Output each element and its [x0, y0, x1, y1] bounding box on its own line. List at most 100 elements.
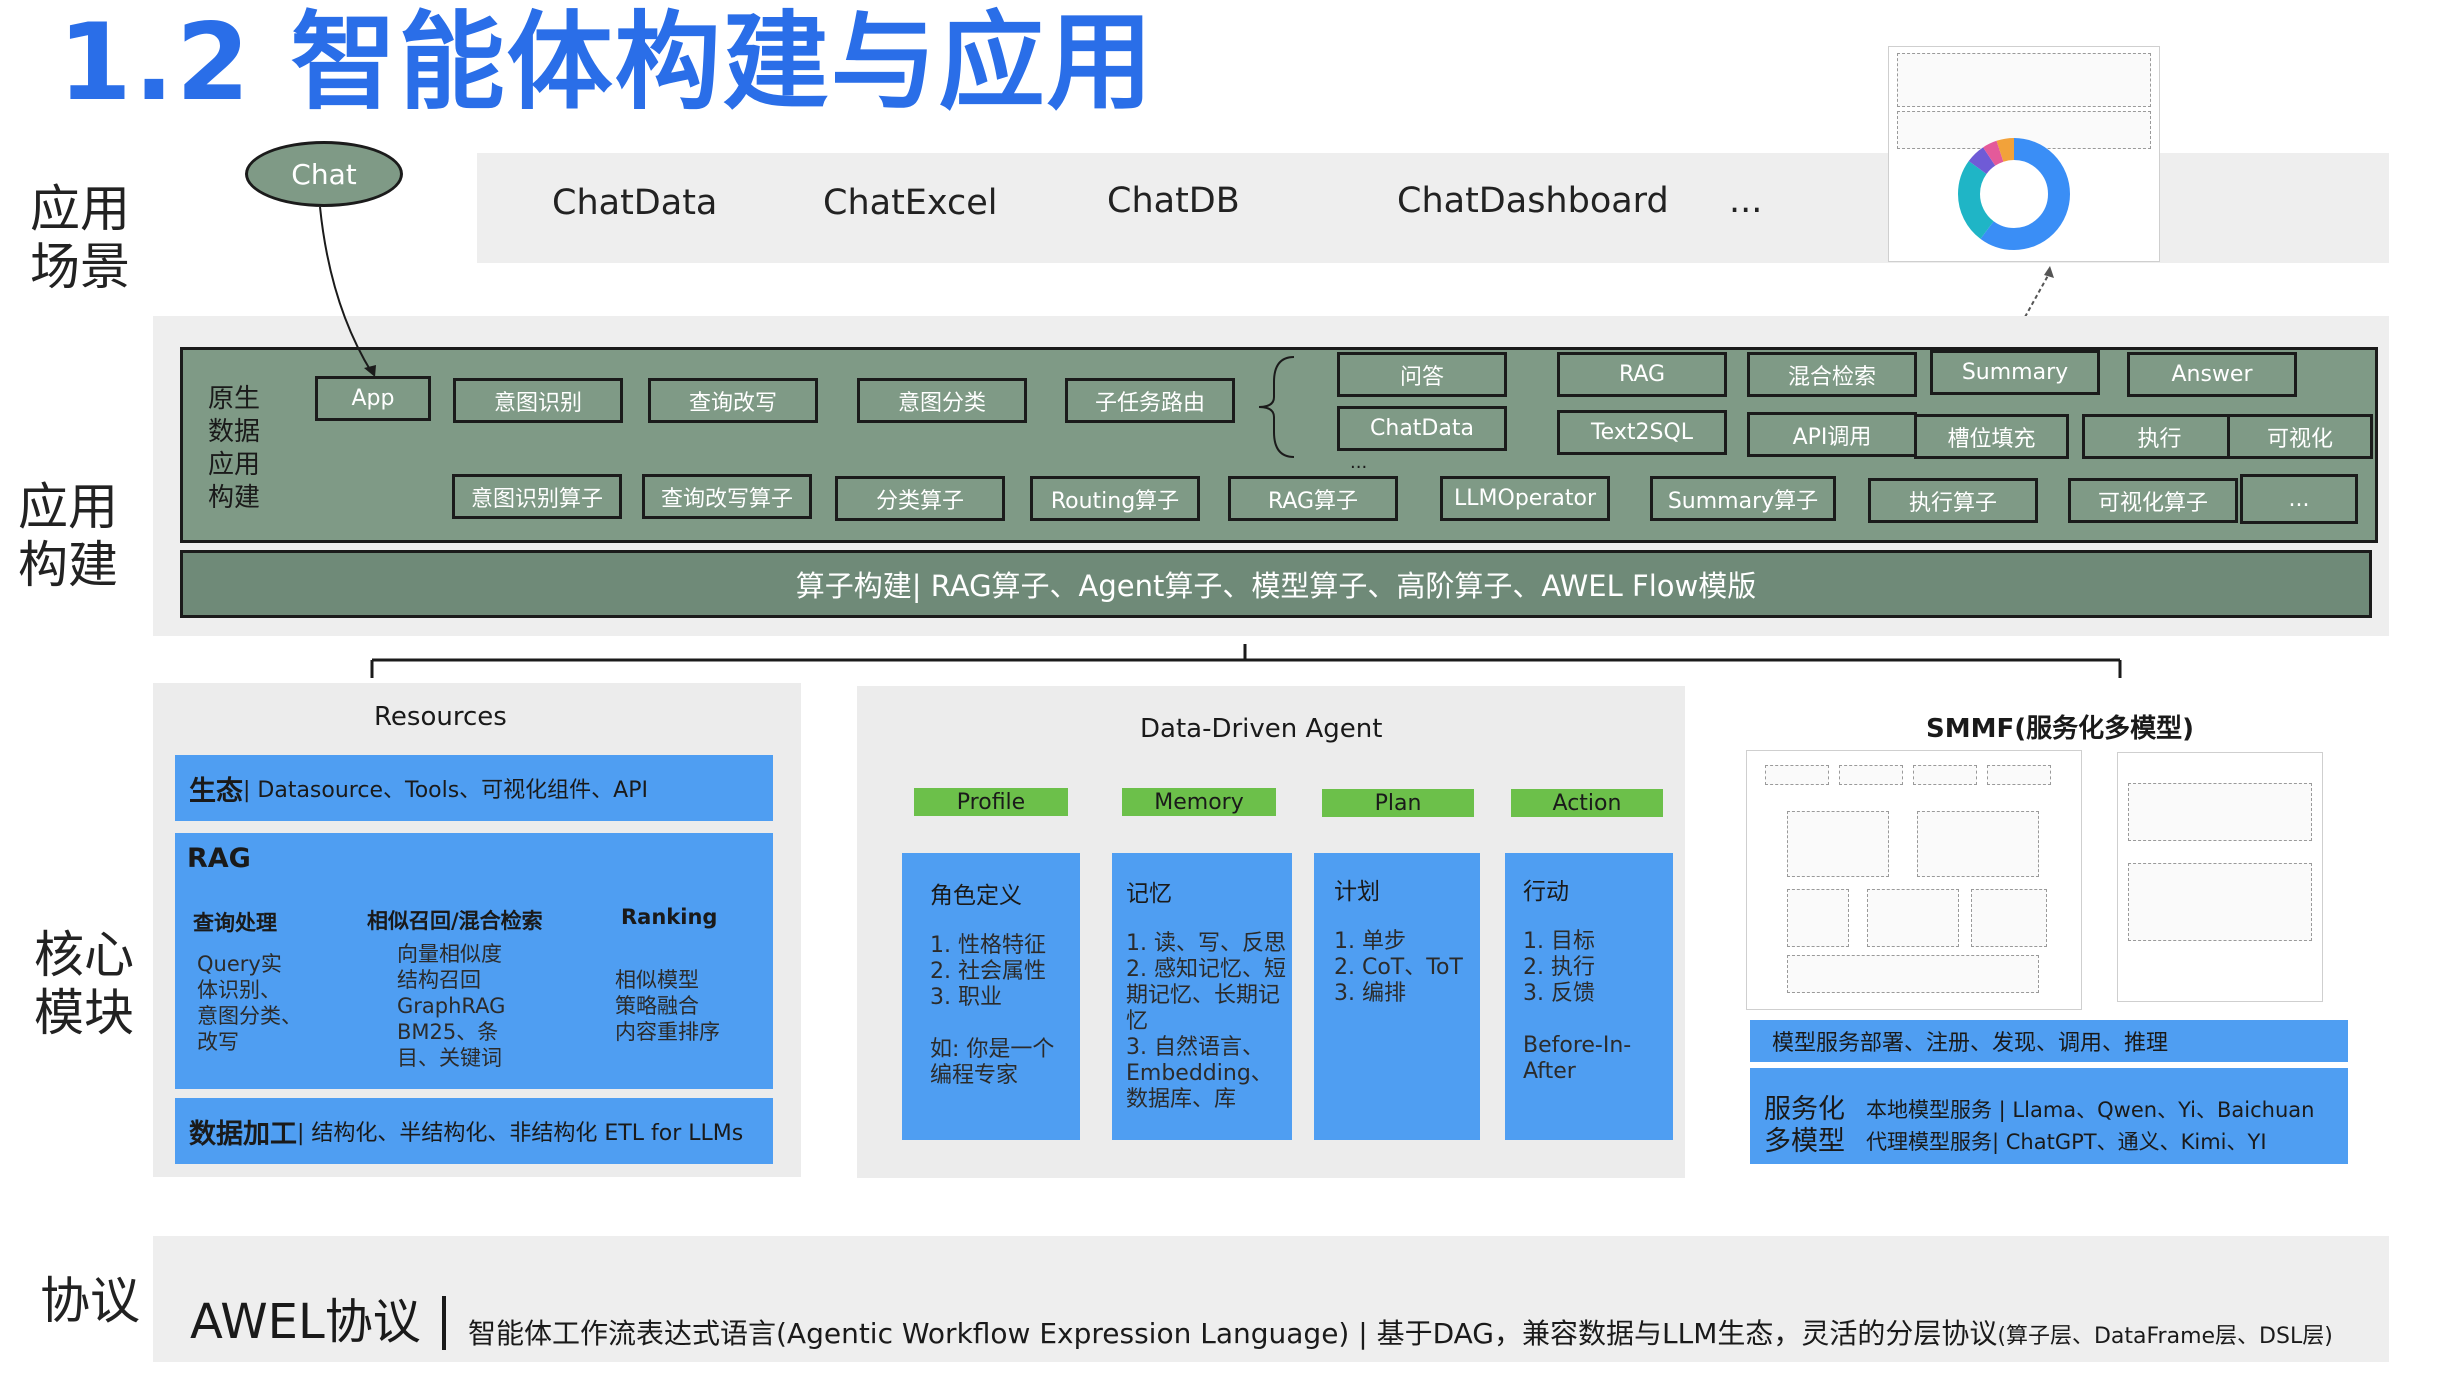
scenario-chatdb[interactable]: ChatDB	[1107, 181, 1240, 221]
flow-intent-classification[interactable]: 意图分类	[857, 378, 1027, 423]
native-label-line: 应用	[208, 450, 261, 480]
branch-answer[interactable]: Answer	[2127, 352, 2297, 397]
operator-visualize[interactable]: 可视化算子	[2068, 478, 2238, 523]
flow-intent-recognition[interactable]: 意图识别	[453, 378, 623, 423]
operator-query-rewrite[interactable]: 查询改写算子	[642, 474, 812, 519]
operator-llm[interactable]: LLMOperator	[1440, 476, 1610, 521]
agent-tab-memory[interactable]: Memory	[1122, 788, 1276, 816]
rag-line: BM25、条	[397, 1020, 499, 1044]
agent-line: 忆	[1126, 1009, 1149, 1034]
agent-line: Embedding、	[1126, 1061, 1273, 1086]
resources-title: Resources	[374, 702, 507, 732]
operator-execute[interactable]: 执行算子	[1868, 478, 2038, 523]
branch-api-call[interactable]: API调用	[1747, 412, 1917, 457]
agent-col-body: 1. 单步 2. CoT、ToT 3. 编排	[1334, 929, 1463, 1007]
smmf-architecture-sketch	[1746, 750, 2082, 1010]
agent-title: Data-Driven Agent	[1140, 714, 1383, 744]
agent-line: 数据库、库	[1126, 1087, 1237, 1112]
protocol-description: 智能体工作流表达式语言(Agentic Workflow Expression …	[468, 1312, 2333, 1352]
agent-col-plan: 计划 1. 单步 2. CoT、ToT 3. 编排	[1314, 853, 1480, 1140]
smmf-models-box: 服务化 多模型 本地模型服务 | Llama、Qwen、Yi、Baichuan …	[1750, 1068, 2348, 1164]
rag-col-ranking-head: Ranking	[621, 905, 718, 929]
rag-line: 意图分类、	[197, 1004, 302, 1028]
agent-line: 期记忆、长期记	[1126, 983, 1281, 1008]
rag-col-query-body: Query实 体识别、 意图分类、 改写	[197, 951, 302, 1055]
agent-line: 1. 目标	[1523, 929, 1595, 954]
agent-line: 3. 职业	[930, 985, 1002, 1010]
smmf-local-models: 本地模型服务 | Llama、Qwen、Yi、Baichuan	[1866, 1098, 2315, 1122]
rag-line: 结构召回	[397, 968, 481, 992]
branch-brace	[1258, 356, 1295, 458]
agent-col-body: 1. 读、写、反思 2. 感知记忆、短 期记忆、长期记 忆 3. 自然语言、 E…	[1126, 931, 1286, 1113]
rag-line: GraphRAG	[397, 994, 506, 1018]
scenario-more: ...	[1729, 181, 1763, 221]
branch-rag[interactable]: RAG	[1557, 352, 1727, 397]
rag-col-recall-head: 相似召回/混合检索	[367, 909, 543, 933]
scenario-chatexcel[interactable]: ChatExcel	[823, 183, 998, 223]
scenario-chatdata[interactable]: ChatData	[552, 183, 717, 223]
agent-col-head: 角色定义	[930, 883, 1022, 909]
branch-visualize[interactable]: 可视化	[2227, 414, 2373, 459]
rag-line: 向量相似度	[397, 942, 502, 966]
sketch-node	[1839, 765, 1903, 785]
operator-routing[interactable]: Routing算子	[1030, 476, 1200, 521]
agent-tab-action[interactable]: Action	[1511, 789, 1663, 817]
agent-col-body: 1. 性格特征 2. 社会属性 3. 职业 如: 你是一个 编程专家	[930, 933, 1054, 1089]
sketch-node	[1913, 765, 1977, 785]
row-label-scenarios: 应用 场景	[30, 180, 130, 296]
operator-classification[interactable]: 分类算子	[835, 476, 1005, 521]
row-label-core: 核心 模块	[34, 926, 134, 1042]
rag-line: Query实	[197, 952, 282, 976]
branch-more: ...	[1350, 452, 1368, 473]
rag-line: 体识别、	[197, 978, 281, 1002]
rag-col-recall-body: 向量相似度 结构召回 GraphRAG BM25、条 目、关键词	[397, 941, 505, 1071]
operator-intent[interactable]: 意图识别算子	[452, 474, 622, 519]
agent-line: 2. 社会属性	[930, 959, 1046, 984]
branch-hybrid-search[interactable]: 混合检索	[1747, 352, 1917, 397]
data-processing-title: 数据加工	[189, 1118, 297, 1150]
operator-summary[interactable]: Summary算子	[1650, 476, 1836, 521]
ecosystem-items: | Datasource、Tools、可视化组件、API	[243, 778, 648, 803]
protocol-divider	[442, 1296, 446, 1350]
agent-col-action: 行动 1. 目标 2. 执行 3. 反馈 Before-In-After	[1505, 853, 1673, 1140]
row-label-line: 核心	[34, 926, 134, 984]
native-label-line: 原生	[208, 384, 261, 414]
rag-title: RAG	[187, 843, 251, 874]
data-processing-bar: 数据加工 | 结构化、半结构化、非结构化 ETL for LLMs	[175, 1098, 773, 1164]
native-label-line: 数据	[208, 417, 261, 447]
agent-line: 2. 感知记忆、短	[1126, 957, 1286, 982]
agent-line: 3. 自然语言、	[1126, 1035, 1264, 1060]
agent-tab-plan[interactable]: Plan	[1322, 789, 1474, 817]
operator-rag[interactable]: RAG算子	[1228, 476, 1398, 521]
native-build-label: 原生 数据 应用 构建	[208, 383, 260, 515]
sketch-group	[1971, 889, 2047, 947]
agent-line	[1523, 1007, 1673, 1033]
agent-col-profile: 角色定义 1. 性格特征 2. 社会属性 3. 职业 如: 你是一个 编程专家	[902, 853, 1080, 1140]
protocol-name: AWEL协议	[190, 1294, 421, 1350]
branch-qa[interactable]: 问答	[1337, 352, 1507, 397]
agent-line: 1. 单步	[1334, 929, 1406, 954]
sketch-group	[1917, 811, 2039, 877]
branch-execute[interactable]: 执行	[2082, 414, 2237, 459]
agent-tab-profile[interactable]: Profile	[914, 788, 1068, 816]
agent-col-head: 行动	[1523, 879, 1569, 905]
flow-app[interactable]: App	[315, 376, 431, 421]
donut-chart	[1958, 138, 2070, 250]
flow-query-rewrite[interactable]: 查询改写	[648, 378, 818, 423]
scenario-chatdashboard[interactable]: ChatDashboard	[1397, 181, 1669, 221]
row-label-build: 应用 构建	[18, 478, 118, 594]
branch-summary[interactable]: Summary	[1930, 350, 2100, 395]
branch-chatdata[interactable]: ChatData	[1337, 406, 1507, 451]
sketch-node	[1987, 765, 2051, 785]
chat-bubble: Chat	[245, 141, 403, 207]
branch-slot-filling[interactable]: 槽位填充	[1914, 414, 2069, 459]
sketch-node	[1765, 765, 1829, 785]
flow-subtask-routing[interactable]: 子任务路由	[1065, 378, 1235, 423]
rag-line: 内容重排序	[615, 1020, 720, 1044]
chat-to-app-arrow	[319, 206, 376, 377]
branch-text2sql[interactable]: Text2SQL	[1557, 410, 1727, 455]
sketch-group	[1787, 955, 2039, 993]
operator-build-bar: 算子构建| RAG算子、Agent算子、模型算子、高阶算子、AWEL Flow模…	[180, 550, 2372, 618]
rag-line: 策略融合	[615, 994, 699, 1018]
arrow-up-icon	[2024, 266, 2054, 318]
